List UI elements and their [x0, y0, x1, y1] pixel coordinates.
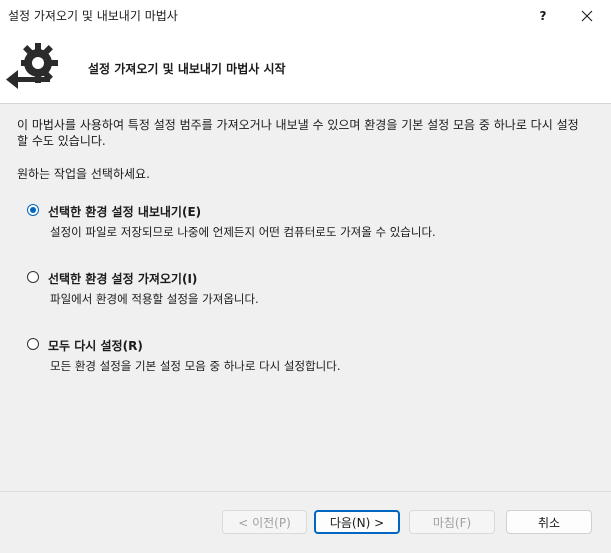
wizard-window: 설정 가져오기 및 내보내기 마법사 ? 설정 가져오기 및 내보내기 마법사 …: [0, 0, 611, 553]
close-button[interactable]: [570, 0, 604, 31]
window-title: 설정 가져오기 및 내보내기 마법사: [8, 9, 178, 23]
export-radio[interactable]: [27, 204, 39, 216]
finish-button[interactable]: 마침(F): [409, 510, 495, 534]
prompt-text: 원하는 작업을 선택하세요.: [17, 167, 150, 181]
reset-label[interactable]: 모두 다시 설정(R): [48, 337, 143, 354]
wizard-header: 설정 가져오기 및 내보내기 마법사 시작: [0, 31, 611, 103]
back-button[interactable]: < 이전(P): [222, 510, 307, 534]
import-radio[interactable]: [27, 271, 39, 283]
wizard-heading: 설정 가져오기 및 내보내기 마법사 시작: [88, 62, 286, 76]
close-icon: [581, 10, 593, 21]
footer-divider: [0, 491, 611, 492]
reset-description: 모든 환경 설정을 기본 설정 모음 중 하나로 다시 설정합니다.: [50, 359, 341, 373]
intro-text: 이 마법사를 사용하여 특정 설정 범주를 가져오거나 내보낼 수 있으며 환경…: [17, 118, 579, 148]
help-button[interactable]: ?: [526, 0, 560, 31]
title-bar: 설정 가져오기 및 내보내기 마법사 ?: [0, 0, 611, 31]
export-description: 설정이 파일로 저장되므로 나중에 언제든지 어떤 컴퓨터로도 가져올 수 있습…: [50, 225, 436, 239]
cancel-button[interactable]: 취소: [506, 510, 592, 534]
export-label[interactable]: 선택한 환경 설정 내보내기(E): [48, 203, 201, 220]
wizard-body: 이 마법사를 사용하여 특정 설정 범주를 가져오거나 내보낼 수 있으며 환경…: [0, 104, 611, 553]
gear-arrow-icon: [6, 43, 58, 89]
reset-radio[interactable]: [27, 338, 39, 350]
import-label[interactable]: 선택한 환경 설정 가져오기(I): [48, 270, 197, 287]
import-description: 파일에서 환경에 적용할 설정을 가져옵니다.: [50, 292, 259, 306]
next-button[interactable]: 다음(N) >: [314, 510, 400, 534]
